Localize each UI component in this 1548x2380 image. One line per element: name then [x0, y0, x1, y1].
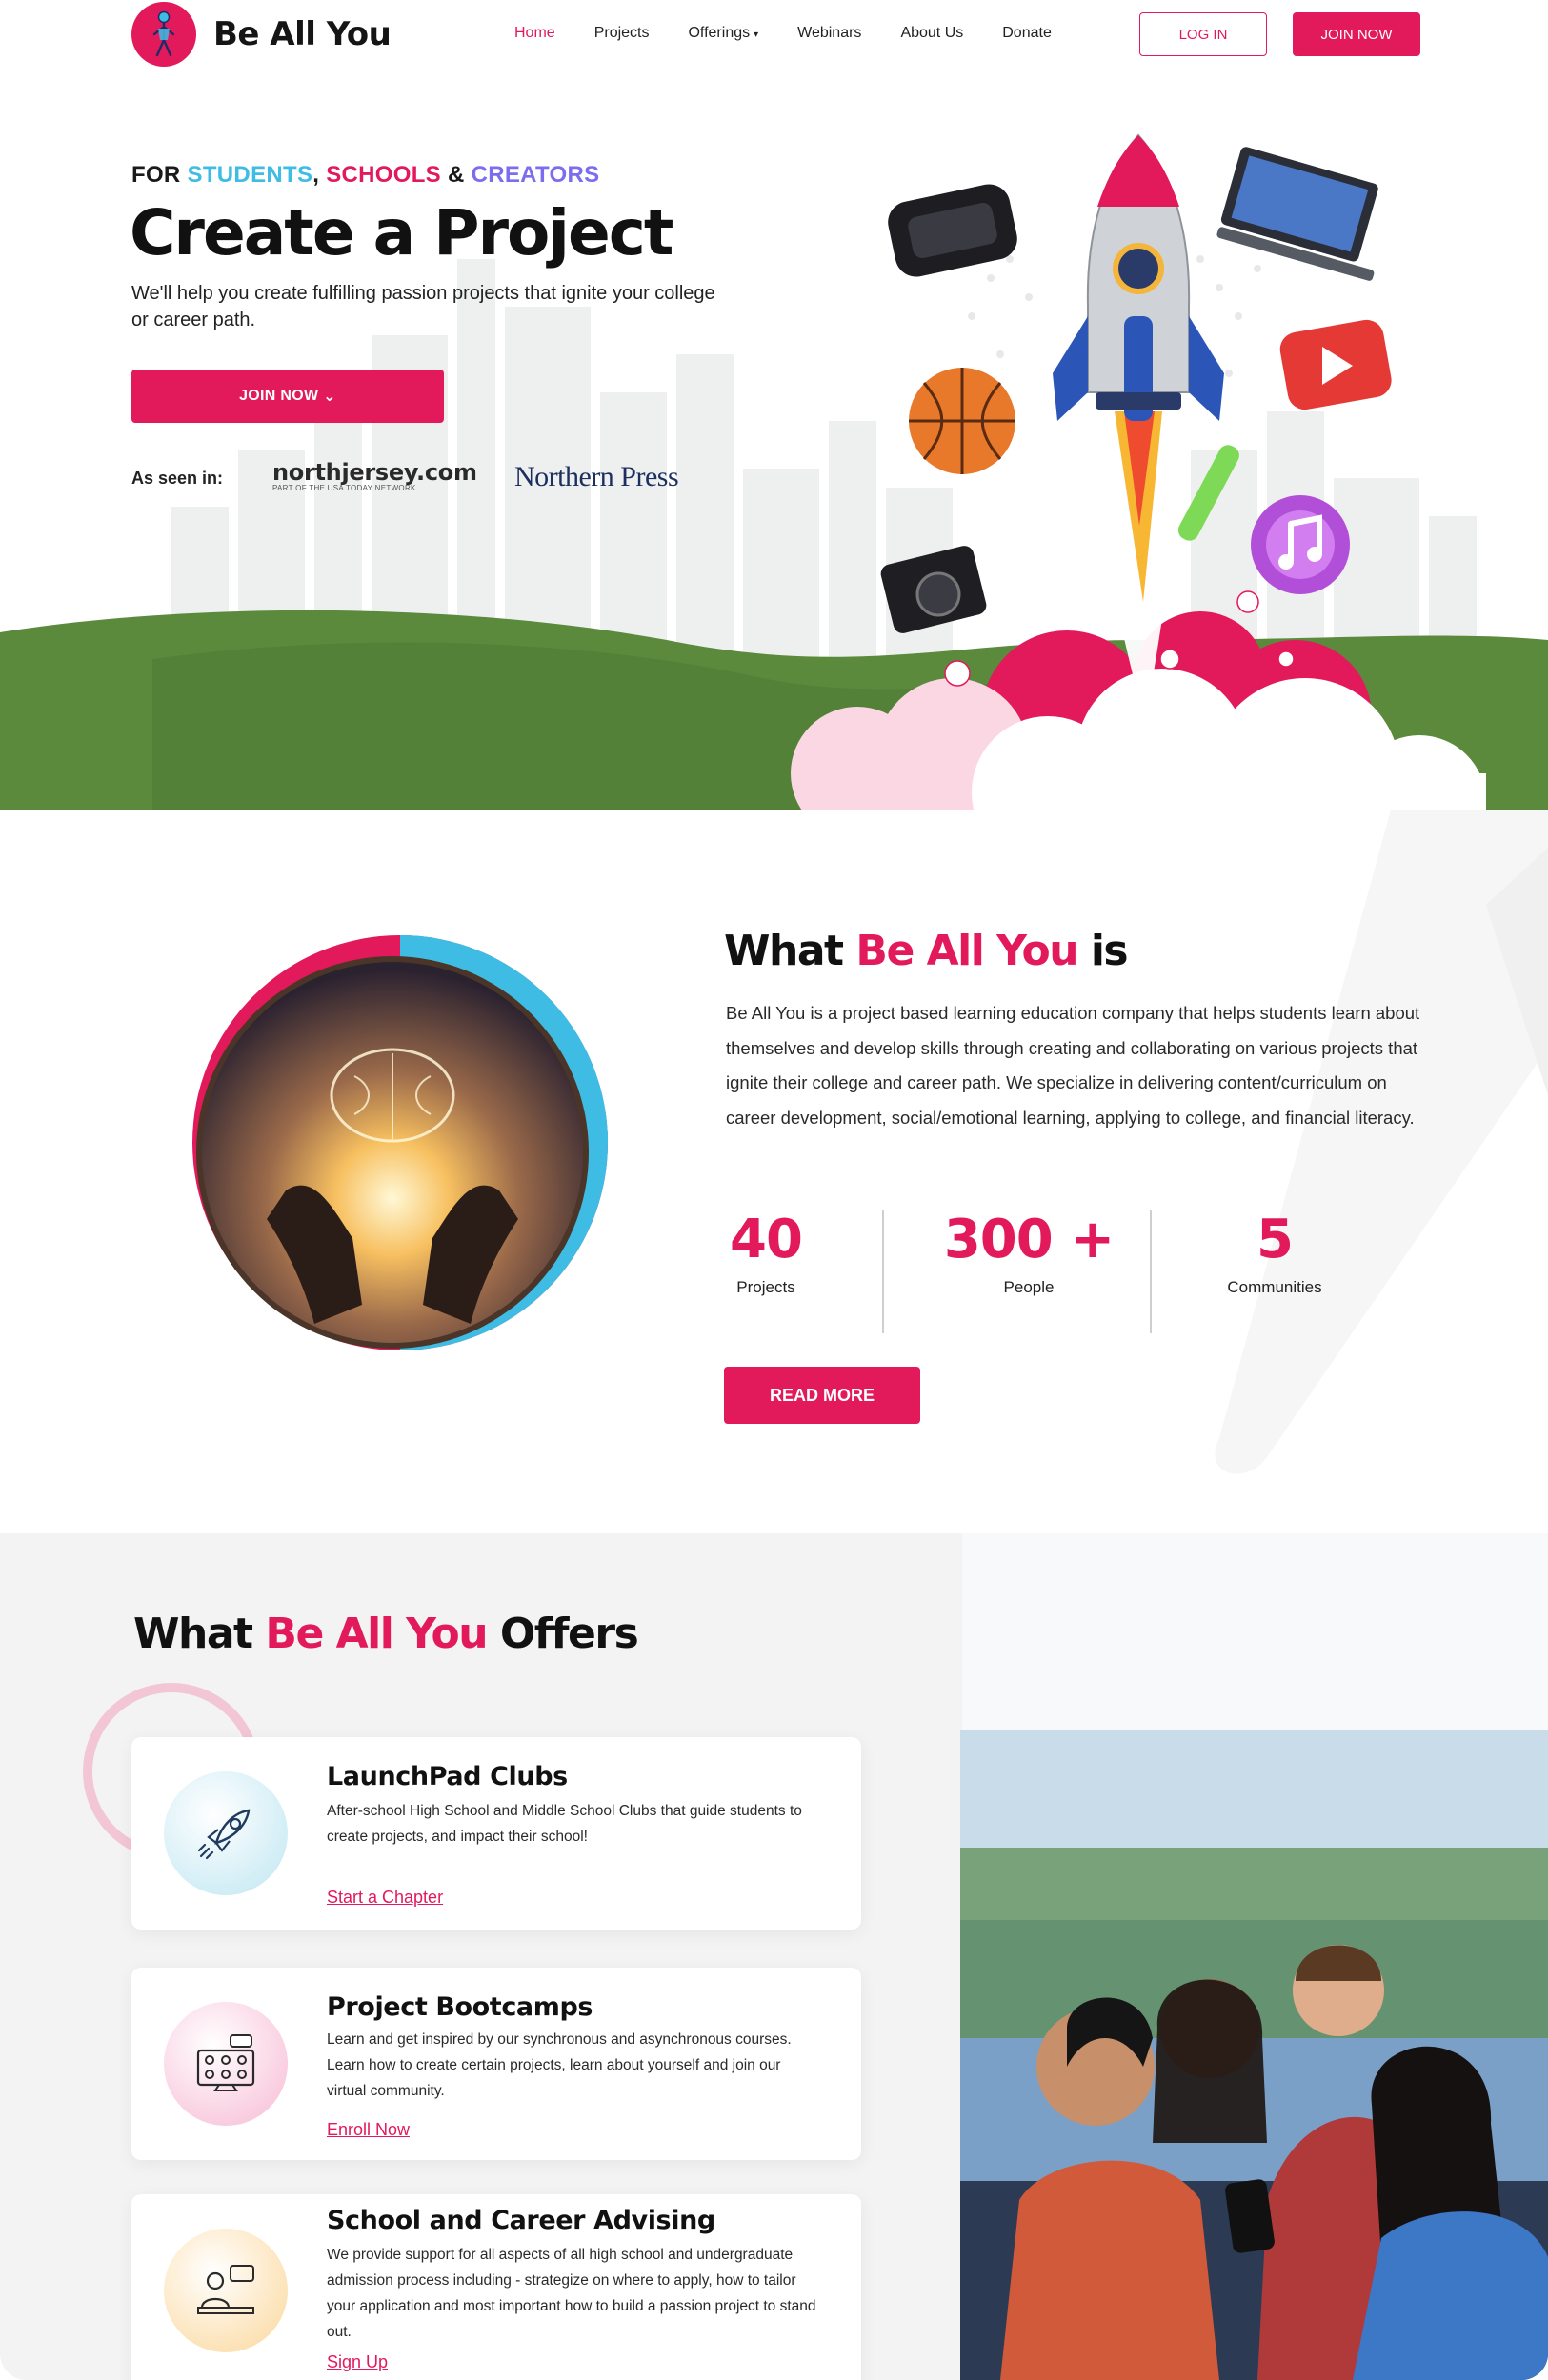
offers-section: What Be All You Offers LaunchPad Clubs A… [0, 1533, 1548, 2380]
enroll-now-link[interactable]: Enroll Now [327, 2120, 410, 2140]
vr-headset-icon [888, 184, 1017, 277]
hero-tagline: FOR STUDENTS, SCHOOLS & CREATORS [131, 162, 599, 189]
stat-people: 300 + People [938, 1210, 1119, 1297]
start-a-chapter-link[interactable]: Start a Chapter [327, 1888, 443, 1908]
offer-title-launchpad: LaunchPad Clubs [327, 1762, 568, 1791]
hero-join-now-label: JOIN NOW [239, 388, 319, 404]
press-name-northern-press: Northern Press [514, 461, 679, 492]
offer-desc-launchpad: After-school High School and Middle Scho… [327, 1803, 802, 1845]
offers-title-part-c: Offers [487, 1610, 639, 1658]
join-now-header-button[interactable]: JOIN NOW [1293, 12, 1420, 56]
advisor-icon [164, 2229, 288, 2352]
offers-title-part-a: What [133, 1610, 266, 1658]
about-title-brand: Be All You [855, 927, 1078, 975]
read-more-button[interactable]: READ MORE [724, 1367, 920, 1424]
offer-card-launchpad: LaunchPad Clubs After-school High School… [131, 1737, 861, 1930]
stat-people-label: People [1003, 1278, 1055, 1296]
about-title: What Be All You is [724, 927, 1129, 975]
stat-divider [1150, 1210, 1152, 1333]
nav-about-us[interactable]: About Us [900, 25, 963, 42]
press-logo-northern-valley-press[interactable]: Northern Press [514, 461, 679, 493]
offers-title: What Be All You Offers [133, 1610, 639, 1658]
offer-card-advising: School and Career Advising We provide su… [131, 2194, 861, 2380]
youtube-play-icon [1279, 319, 1392, 410]
tag-creators: CREATORS [471, 162, 600, 188]
stat-communities-value: 5 [1256, 1209, 1294, 1270]
hero-title: Create a Project [130, 196, 673, 270]
hero-join-now-button[interactable]: JOIN NOW ⌄ [131, 370, 444, 423]
nav-projects[interactable]: Projects [594, 25, 650, 42]
logo-person-icon [131, 2, 196, 67]
main-nav: Home Projects Offerings ▾ Webinars About … [514, 25, 1091, 42]
about-description: Be All You is a project based learning e… [726, 1003, 1420, 1128]
music-note-icon [1251, 495, 1350, 594]
login-button[interactable]: LOG IN [1139, 12, 1267, 56]
about-title-part-a: What [724, 927, 856, 975]
stat-divider [882, 1210, 884, 1333]
offer-card-bootcamps: Project Bootcamps Learn and get inspired… [131, 1968, 861, 2160]
tag-amp: & [441, 162, 472, 188]
logo-text: Be All You [213, 15, 392, 53]
offer-desc-bootcamps: Learn and get inspired by our synchronou… [327, 2031, 792, 2099]
nav-webinars[interactable]: Webinars [797, 25, 861, 42]
nav-home[interactable]: Home [514, 25, 555, 42]
stat-communities-label: Communities [1227, 1278, 1322, 1296]
basketball-icon [909, 368, 1015, 474]
logo[interactable]: Be All You [131, 2, 392, 67]
stat-projects: 40 Projects [726, 1210, 806, 1297]
hero-section: FOR STUDENTS, SCHOOLS & CREATORS Create … [0, 69, 1548, 810]
tag-for: FOR [131, 162, 188, 188]
sign-up-link[interactable]: Sign Up [327, 2352, 388, 2372]
about-decoration [192, 810, 1548, 1474]
laptop-icon [1216, 147, 1378, 281]
offer-title-advising: School and Career Advising [327, 2206, 715, 2235]
stat-people-value: 300 + [943, 1209, 1115, 1270]
chevron-down-icon: ▾ [754, 30, 759, 40]
rocket-icon [164, 1771, 288, 1895]
page: Be All You Home Projects Offerings ▾ Webi… [0, 0, 1548, 2380]
nav-offerings-label: Offerings [688, 25, 751, 41]
as-seen-in-label: As seen in: [131, 469, 224, 488]
hero-subtitle: We'll help you create fulfilling passion… [131, 283, 715, 330]
stat-projects-label: Projects [736, 1278, 795, 1296]
offer-desc-advising: We provide support for all aspects of al… [327, 2247, 816, 2340]
chevron-down-icon: ⌄ [323, 389, 336, 405]
video-conference-icon [164, 2002, 288, 2126]
about-section: What Be All You is Be All You is a proje… [0, 810, 1548, 1533]
tag-students: STUDENTS [187, 162, 313, 188]
press-logo-northjersey[interactable]: northjersey.com PART OF THE USA TODAY NE… [272, 459, 477, 492]
nav-donate[interactable]: Donate [1002, 25, 1052, 42]
about-title-part-c: is [1077, 927, 1129, 975]
tag-schools: SCHOOLS [326, 162, 441, 188]
tag-comma: , [312, 162, 327, 188]
press-name-northjersey: northjersey.com [272, 459, 477, 486]
offer-title-bootcamps: Project Bootcamps [327, 1992, 593, 2022]
stat-projects-value: 40 [730, 1209, 803, 1270]
nav-offerings[interactable]: Offerings ▾ [688, 25, 758, 42]
site-header: Be All You Home Projects Offerings ▾ Webi… [0, 0, 1548, 69]
stat-communities: 5 Communities [1208, 1210, 1341, 1297]
offers-title-brand: Be All You [265, 1610, 488, 1658]
